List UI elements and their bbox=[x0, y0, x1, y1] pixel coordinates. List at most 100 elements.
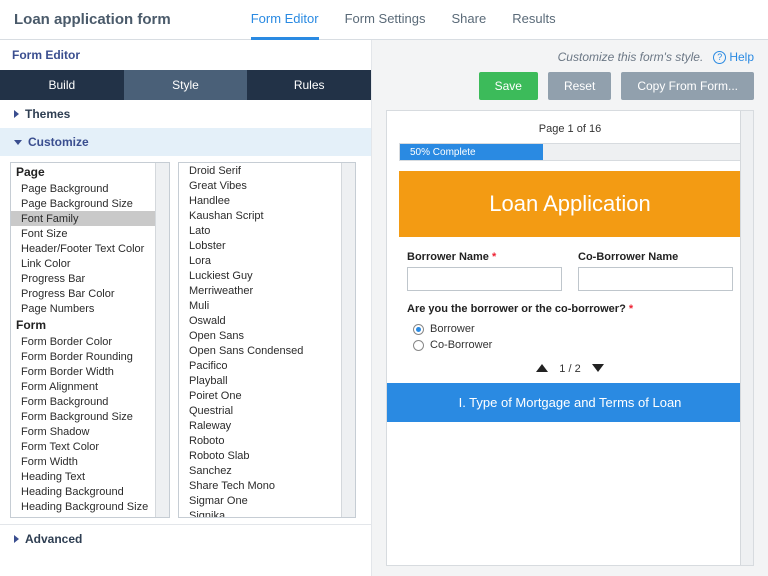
segment-rules[interactable]: Rules bbox=[247, 70, 371, 100]
property-item[interactable]: Form Width bbox=[11, 454, 155, 469]
segment-style[interactable]: Style bbox=[124, 70, 248, 100]
field-row: Borrower Name * Co-Borrower Name bbox=[399, 251, 741, 291]
main-tabs: Form Editor Form Settings Share Results bbox=[251, 0, 556, 40]
header-bar: Loan application form Form Editor Form S… bbox=[0, 0, 768, 40]
font-option[interactable]: Sigmar One bbox=[179, 493, 341, 508]
property-item[interactable]: Link Color bbox=[11, 256, 155, 271]
property-item[interactable]: Progress Bar bbox=[11, 271, 155, 286]
font-option[interactable]: Roboto bbox=[179, 433, 341, 448]
font-option[interactable]: Kaushan Script bbox=[179, 208, 341, 223]
form-preview: Page 1 of 16 50% Complete Loan Applicati… bbox=[386, 110, 754, 566]
scrollbar[interactable] bbox=[155, 163, 169, 518]
save-button[interactable]: Save bbox=[479, 72, 538, 100]
font-option[interactable]: Lora bbox=[179, 253, 341, 268]
font-option[interactable]: Oswald bbox=[179, 313, 341, 328]
font-option[interactable]: Luckiest Guy bbox=[179, 268, 341, 283]
font-option[interactable]: Signika bbox=[179, 508, 341, 518]
property-item[interactable]: Heading Text bbox=[11, 469, 155, 484]
font-option[interactable]: Share Tech Mono bbox=[179, 478, 341, 493]
font-option[interactable]: Roboto Slab bbox=[179, 448, 341, 463]
accordion-customize[interactable]: Customize bbox=[0, 128, 371, 156]
section-header[interactable]: I. Type of Mortgage and Terms of Loan bbox=[387, 383, 753, 422]
borrower-question: Are you the borrower or the co-borrower?… bbox=[399, 303, 741, 315]
reset-button[interactable]: Reset bbox=[548, 72, 611, 100]
font-option[interactable]: Lato bbox=[179, 223, 341, 238]
property-group-form: Form bbox=[11, 316, 155, 334]
borrower-name-input[interactable] bbox=[407, 267, 562, 291]
property-item[interactable]: Font Family bbox=[11, 211, 155, 226]
scrollbar[interactable] bbox=[341, 163, 355, 518]
property-item[interactable]: Page Background bbox=[11, 181, 155, 196]
property-item[interactable]: Form Background Size bbox=[11, 409, 155, 424]
property-item[interactable]: Form Text Color bbox=[11, 439, 155, 454]
font-option[interactable]: Lobster bbox=[179, 238, 341, 253]
property-item[interactable]: Heading Background Size bbox=[11, 499, 155, 514]
font-option[interactable]: Handlee bbox=[179, 193, 341, 208]
radio-borrower-label: Borrower bbox=[430, 323, 475, 335]
main-area: Form Editor Build Style Rules Themes Cus… bbox=[0, 40, 768, 576]
tab-form-editor[interactable]: Form Editor bbox=[251, 0, 319, 40]
pager-text: 1 / 2 bbox=[559, 363, 580, 375]
property-item[interactable]: Heading Border Rounding bbox=[11, 514, 155, 518]
font-list[interactable]: Droid SerifGreat VibesHandleeKaushan Scr… bbox=[178, 162, 356, 518]
chevron-down-icon bbox=[14, 140, 22, 145]
action-buttons: Save Reset Copy From Form... bbox=[372, 72, 768, 110]
font-option[interactable]: Playball bbox=[179, 373, 341, 388]
coborrower-name-field: Co-Borrower Name bbox=[578, 251, 733, 291]
radio-icon bbox=[413, 340, 424, 351]
font-option[interactable]: Questrial bbox=[179, 403, 341, 418]
borrower-name-field: Borrower Name * bbox=[407, 251, 562, 291]
font-option[interactable]: Open Sans Condensed bbox=[179, 343, 341, 358]
accordion-advanced[interactable]: Advanced bbox=[0, 524, 371, 553]
font-option[interactable]: Droid Serif bbox=[179, 163, 341, 178]
help-icon: ? bbox=[713, 51, 726, 64]
property-item[interactable]: Form Shadow bbox=[11, 424, 155, 439]
tab-share[interactable]: Share bbox=[452, 0, 487, 40]
next-page-icon[interactable] bbox=[592, 364, 604, 372]
coborrower-name-input[interactable] bbox=[578, 267, 733, 291]
breadcrumb: Form Editor bbox=[0, 40, 371, 70]
left-panel: Form Editor Build Style Rules Themes Cus… bbox=[0, 40, 372, 576]
font-option[interactable]: Merriweather bbox=[179, 283, 341, 298]
accordion-themes[interactable]: Themes bbox=[0, 100, 371, 128]
help-link[interactable]: ? Help bbox=[713, 50, 754, 64]
property-item[interactable]: Page Numbers bbox=[11, 301, 155, 316]
tab-results[interactable]: Results bbox=[512, 0, 555, 40]
radio-borrower[interactable]: Borrower bbox=[413, 321, 733, 337]
chevron-right-icon bbox=[14, 110, 19, 118]
property-item[interactable]: Header/Footer Text Color bbox=[11, 241, 155, 256]
accordion-themes-label: Themes bbox=[25, 107, 70, 121]
copy-from-form-button[interactable]: Copy From Form... bbox=[621, 72, 754, 100]
property-item[interactable]: Form Border Color bbox=[11, 334, 155, 349]
property-item[interactable]: Form Alignment bbox=[11, 379, 155, 394]
font-option[interactable]: Pacifico bbox=[179, 358, 341, 373]
property-item[interactable]: Form Background bbox=[11, 394, 155, 409]
property-item[interactable]: Page Background Size bbox=[11, 196, 155, 211]
radio-icon bbox=[413, 324, 424, 335]
accordion-advanced-label: Advanced bbox=[25, 532, 82, 546]
property-item[interactable]: Font Size bbox=[11, 226, 155, 241]
scrollbar[interactable] bbox=[740, 111, 754, 565]
property-item[interactable]: Form Border Rounding bbox=[11, 349, 155, 364]
property-item[interactable]: Progress Bar Color bbox=[11, 286, 155, 301]
font-option[interactable]: Great Vibes bbox=[179, 178, 341, 193]
property-list[interactable]: PagePage BackgroundPage Background SizeF… bbox=[10, 162, 170, 518]
progress-bar: 50% Complete bbox=[399, 143, 741, 161]
property-item[interactable]: Heading Background bbox=[11, 484, 155, 499]
prev-page-icon[interactable] bbox=[536, 364, 548, 372]
property-item[interactable]: Form Border Width bbox=[11, 364, 155, 379]
property-group-page: Page bbox=[11, 163, 155, 181]
radio-coborrower[interactable]: Co-Borrower bbox=[413, 337, 733, 353]
font-option[interactable]: Poiret One bbox=[179, 388, 341, 403]
font-option[interactable]: Muli bbox=[179, 298, 341, 313]
font-option[interactable]: Raleway bbox=[179, 418, 341, 433]
coborrower-name-label: Co-Borrower Name bbox=[578, 251, 733, 263]
customize-lists: PagePage BackgroundPage Background SizeF… bbox=[0, 156, 371, 520]
font-option[interactable]: Sanchez bbox=[179, 463, 341, 478]
help-label: Help bbox=[729, 50, 754, 64]
tab-form-settings[interactable]: Form Settings bbox=[345, 0, 426, 40]
font-option[interactable]: Open Sans bbox=[179, 328, 341, 343]
segment-build[interactable]: Build bbox=[0, 70, 124, 100]
radio-coborrower-label: Co-Borrower bbox=[430, 339, 492, 351]
page-title: Loan application form bbox=[14, 11, 171, 28]
